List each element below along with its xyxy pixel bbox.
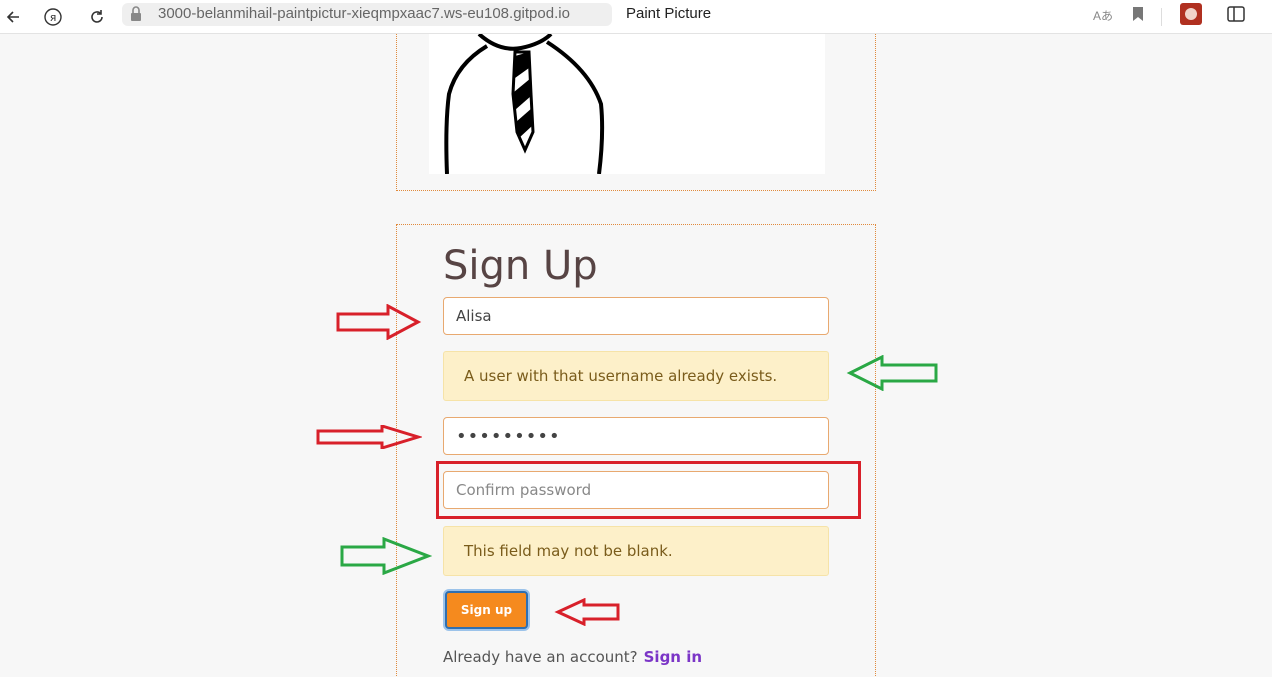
lock-icon [130, 6, 142, 27]
password-input[interactable] [443, 417, 829, 455]
drawing-canvas [429, 32, 825, 175]
confirm-password-input[interactable] [443, 471, 829, 509]
username-input[interactable] [443, 297, 829, 335]
signin-link[interactable]: Sign in [644, 648, 702, 666]
tab-title: Paint Picture [626, 5, 712, 22]
red-arrow-right-icon [316, 425, 422, 449]
green-arrow-right-icon [340, 537, 432, 575]
red-arrow-left-icon [554, 598, 620, 626]
signup-button[interactable]: Sign up [445, 591, 528, 629]
red-arrow-right-icon [336, 304, 422, 340]
browser-toolbar: я 3000-belanmihail-paintpictur-xieqmpxaa… [0, 0, 1272, 34]
account-prompt-text: Already have an account? [443, 648, 638, 666]
back-icon[interactable] [0, 4, 26, 30]
extension-icon[interactable] [1180, 3, 1202, 25]
url-text[interactable]: 3000-belanmihail-paintpictur-xieqmpxaac7… [158, 5, 570, 22]
confirm-error-alert: This field may not be blank. [443, 526, 829, 576]
yandex-icon[interactable]: я [40, 4, 66, 30]
picture-panel [396, 32, 876, 191]
page-title: Sign Up [443, 243, 598, 289]
translate-icon[interactable]: Aあ [1093, 7, 1113, 24]
svg-text:я: я [50, 11, 57, 24]
username-error-alert: A user with that username already exists… [443, 351, 829, 401]
sidebar-icon[interactable] [1226, 4, 1246, 29]
toolbar-divider [1161, 8, 1162, 26]
green-arrow-left-icon [846, 355, 938, 391]
bookmark-icon[interactable] [1132, 6, 1144, 27]
signin-prompt: Already have an account? Sign in [443, 648, 702, 666]
reload-icon[interactable] [84, 4, 110, 30]
